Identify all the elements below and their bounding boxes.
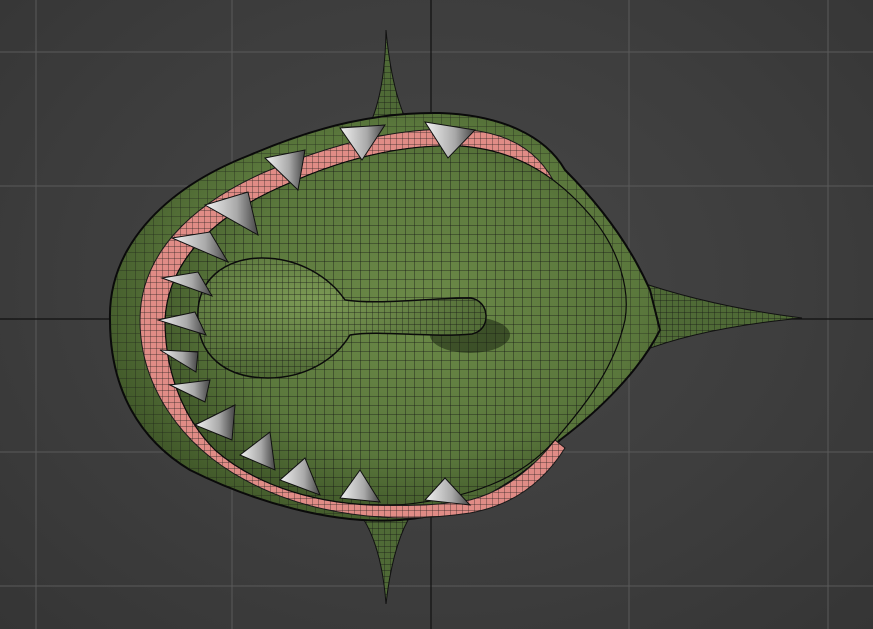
bottom-spike-mesh [364, 520, 408, 604]
monster-model[interactable] [108, 29, 803, 605]
3d-viewport[interactable] [0, 0, 873, 629]
